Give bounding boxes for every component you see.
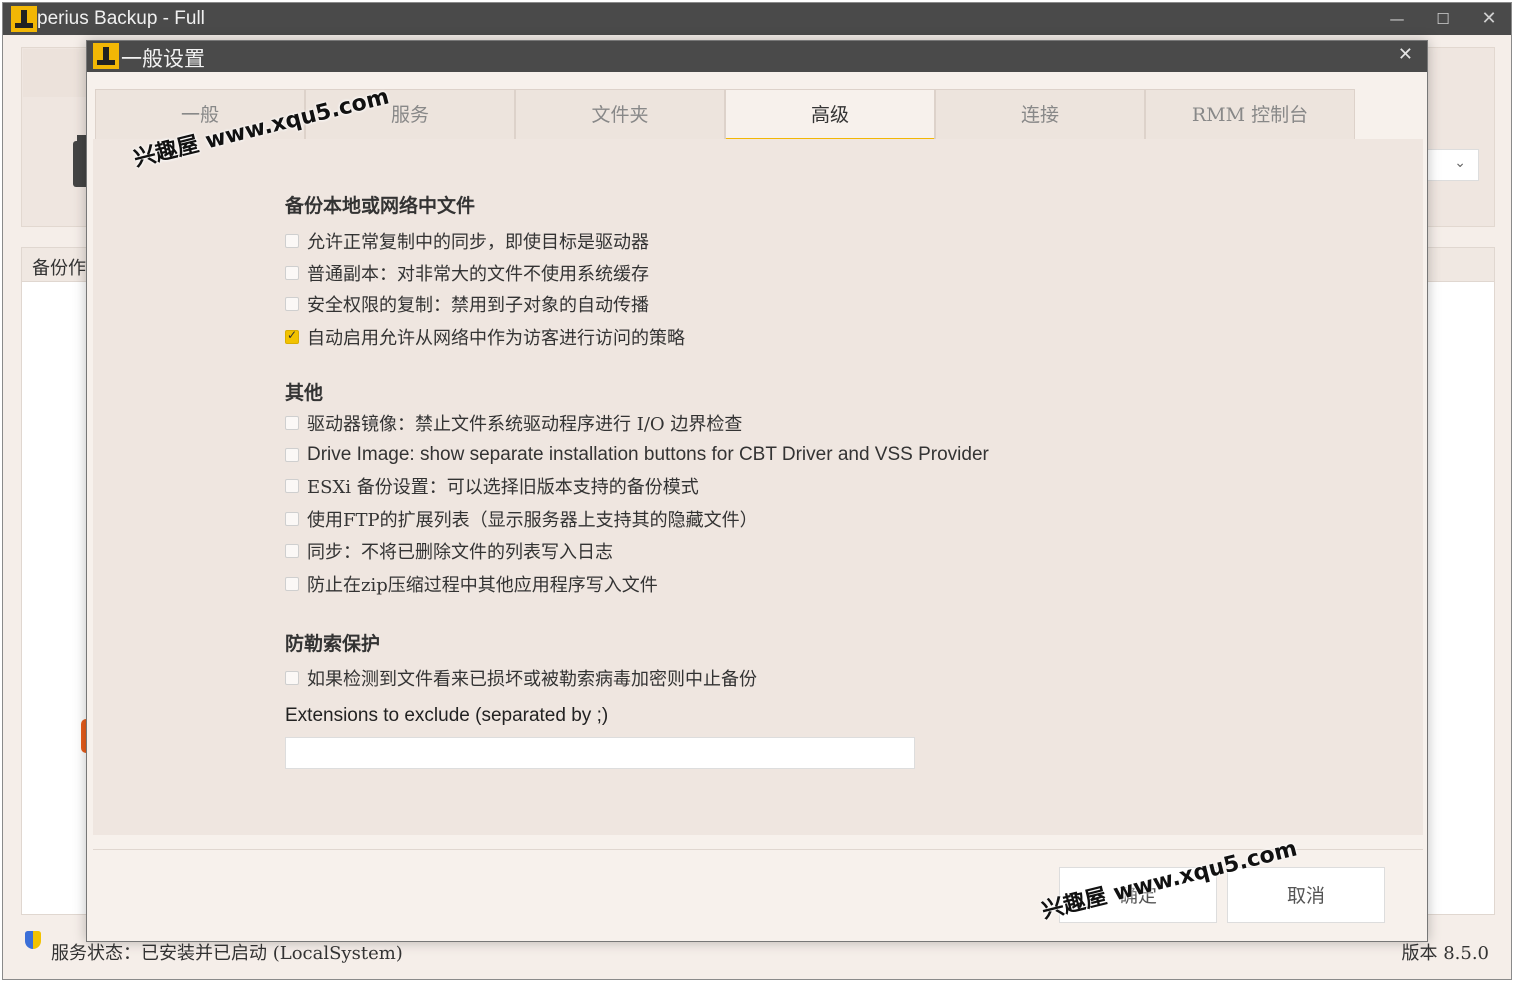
- section-title-other: 其他: [285, 382, 324, 404]
- app-logo-icon: [93, 43, 119, 69]
- section-title-backup-files: 备份本地或网络中文件: [285, 195, 476, 217]
- checkbox[interactable]: [285, 448, 299, 462]
- option-label: Drive Image: show separate installation …: [307, 444, 989, 465]
- settings-dialog: 一般设置 ✕ 一般 服务 文件夹 高级 连接 RMM 控制台 备份本地或网络中文…: [86, 40, 1428, 942]
- option-label: 使用FTP的扩展列表（显示服务器上支持其的隐藏文件）: [307, 510, 758, 531]
- section-title-ransomware: 防勒索保护: [285, 633, 381, 655]
- option-no-system-cache[interactable]: 普通副本：对非常大的文件不使用系统缓存: [285, 260, 649, 286]
- option-sync-in-normal-copy[interactable]: 允许正常复制中的同步，即使目标是驱动器: [285, 228, 649, 254]
- checkbox[interactable]: [285, 297, 299, 311]
- option-label: 自动启用允许从网络中作为访客进行访问的策略: [307, 328, 685, 349]
- dialog-titlebar: 一般设置 ✕: [87, 41, 1427, 72]
- app-logo-icon: [11, 6, 37, 32]
- background-dropdown[interactable]: ⌄: [1427, 149, 1479, 181]
- tab-rmm-console[interactable]: RMM 控制台: [1145, 89, 1355, 139]
- checkbox[interactable]: [285, 266, 299, 280]
- option-label: 如果检测到文件看来已损坏或被勒索病毒加密则中止备份: [307, 669, 757, 690]
- maximize-icon[interactable]: ☐: [1431, 7, 1455, 31]
- option-label: 安全权限的复制：禁用到子对象的自动传播: [307, 295, 649, 316]
- checkbox[interactable]: [285, 416, 299, 430]
- service-status: 服务状态：已安装并已启动 (LocalSystem): [51, 943, 403, 964]
- checkbox[interactable]: [285, 577, 299, 591]
- option-sync-no-deleted-log[interactable]: 同步：不将已删除文件的列表写入日志: [285, 538, 613, 564]
- close-icon[interactable]: ✕: [1398, 44, 1413, 65]
- minimize-icon[interactable]: —: [1385, 7, 1409, 31]
- option-label: 普通副本：对非常大的文件不使用系统缓存: [307, 264, 649, 285]
- list-header-label: 备份作: [32, 258, 86, 279]
- checkbox[interactable]: [285, 512, 299, 526]
- close-icon[interactable]: ✕: [1477, 7, 1501, 31]
- option-security-permissions-copy[interactable]: 安全权限的复制：禁用到子对象的自动传播: [285, 291, 649, 317]
- tab-folders[interactable]: 文件夹: [515, 89, 725, 139]
- option-label: ESXi 备份设置：可以选择旧版本支持的备份模式: [307, 477, 699, 498]
- version-label: 版本 8.5.0: [1401, 943, 1489, 964]
- option-esxi-legacy-mode[interactable]: ESXi 备份设置：可以选择旧版本支持的备份模式: [285, 473, 699, 499]
- option-label: 驱动器镜像：禁止文件系统驱动程序进行 I/O 边界检查: [307, 414, 743, 435]
- checkbox[interactable]: [285, 479, 299, 493]
- option-label: 防止在zip压缩过程中其他应用程序写入文件: [307, 575, 658, 596]
- option-label: 允许正常复制中的同步，即使目标是驱动器: [307, 232, 649, 253]
- checkbox[interactable]: [285, 234, 299, 248]
- option-label: 同步：不将已删除文件的列表写入日志: [307, 542, 613, 563]
- tab-connection[interactable]: 连接: [935, 89, 1145, 139]
- checkbox[interactable]: [285, 544, 299, 558]
- extensions-exclude-label: Extensions to exclude (separated by ;): [285, 705, 609, 726]
- dialog-title: 一般设置: [121, 47, 205, 71]
- option-drive-image-io-check[interactable]: 驱动器镜像：禁止文件系统驱动程序进行 I/O 边界检查: [285, 410, 742, 436]
- main-window-title: perius Backup - Full: [37, 8, 205, 29]
- main-titlebar: perius Backup - Full — ☐ ✕: [3, 3, 1511, 35]
- cancel-button[interactable]: 取消: [1227, 867, 1385, 923]
- option-guest-access-policy[interactable]: 自动启用允许从网络中作为访客进行访问的策略: [285, 324, 685, 350]
- checkbox-checked[interactable]: [285, 328, 299, 344]
- extensions-exclude-input[interactable]: [285, 737, 915, 769]
- shield-icon: [25, 931, 41, 949]
- tab-advanced[interactable]: 高级: [725, 89, 935, 141]
- option-ftp-extended-list[interactable]: 使用FTP的扩展列表（显示服务器上支持其的隐藏文件）: [285, 506, 758, 532]
- option-drive-image-separate-buttons[interactable]: Drive Image: show separate installation …: [285, 442, 989, 468]
- advanced-settings-panel: 备份本地或网络中文件 允许正常复制中的同步，即使目标是驱动器 普通副本：对非常大…: [93, 139, 1423, 835]
- checkbox[interactable]: [285, 671, 299, 685]
- option-zip-prevent-write[interactable]: 防止在zip压缩过程中其他应用程序写入文件: [285, 571, 658, 597]
- option-abort-on-ransomware[interactable]: 如果检测到文件看来已损坏或被勒索病毒加密则中止备份: [285, 665, 757, 691]
- chevron-down-icon: ⌄: [1454, 155, 1466, 171]
